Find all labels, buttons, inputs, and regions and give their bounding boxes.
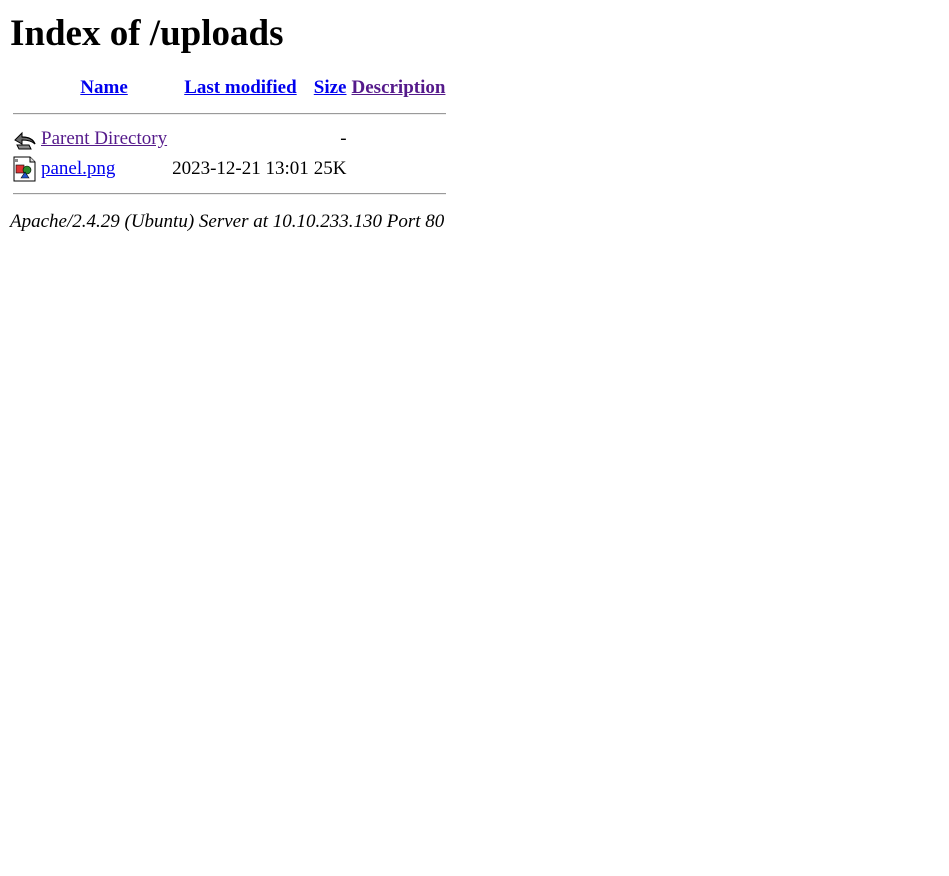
file-link[interactable]: panel.png [41,158,115,179]
directory-listing-page: Index of /uploads Name Last modified Siz… [0,0,949,241]
table-row: panel.png 2023-12-21 13:01 25K [13,155,446,183]
table-row: Parent Directory - [13,125,446,153]
row-description-cell [351,155,447,183]
description-column-header: Description [351,77,447,103]
icon-column-header [13,77,37,103]
sort-by-last-modified-link[interactable]: Last modified [184,77,296,98]
last-modified-column-header: Last modified [171,77,310,103]
back-icon [13,127,37,151]
footer-separator-row [13,185,447,203]
parent-directory-link[interactable]: Parent Directory [41,128,167,149]
horizontal-rule [13,112,447,115]
row-icon-cell [13,155,37,183]
table-header-row: Name Last modified Size Description [13,77,446,103]
server-signature: Apache/2.4.29 (Ubuntu) Server at 10.10.2… [10,210,445,232]
size-column-header: Size [313,77,348,103]
row-last-modified-cell: 2023-12-21 13:01 [172,157,309,179]
row-icon-cell [13,125,37,153]
row-name-cell: Parent Directory [40,125,168,153]
sort-by-description-link[interactable]: Description [352,77,446,98]
file-listing-table: Name Last modified Size Description Pare… [10,75,449,205]
sort-by-size-link[interactable]: Size [314,77,347,98]
row-description-cell [351,125,447,153]
horizontal-rule [13,192,447,195]
image-file-icon [13,156,37,182]
sort-by-name-link[interactable]: Name [80,77,127,98]
row-size-cell: - [340,127,347,149]
row-size-cell: 25K [313,157,347,179]
name-column-header: Name [40,77,168,103]
header-separator-row [13,105,447,123]
row-name-cell: panel.png [40,155,168,183]
row-last-modified-cell [171,125,310,153]
page-title: Index of /uploads [10,13,284,54]
